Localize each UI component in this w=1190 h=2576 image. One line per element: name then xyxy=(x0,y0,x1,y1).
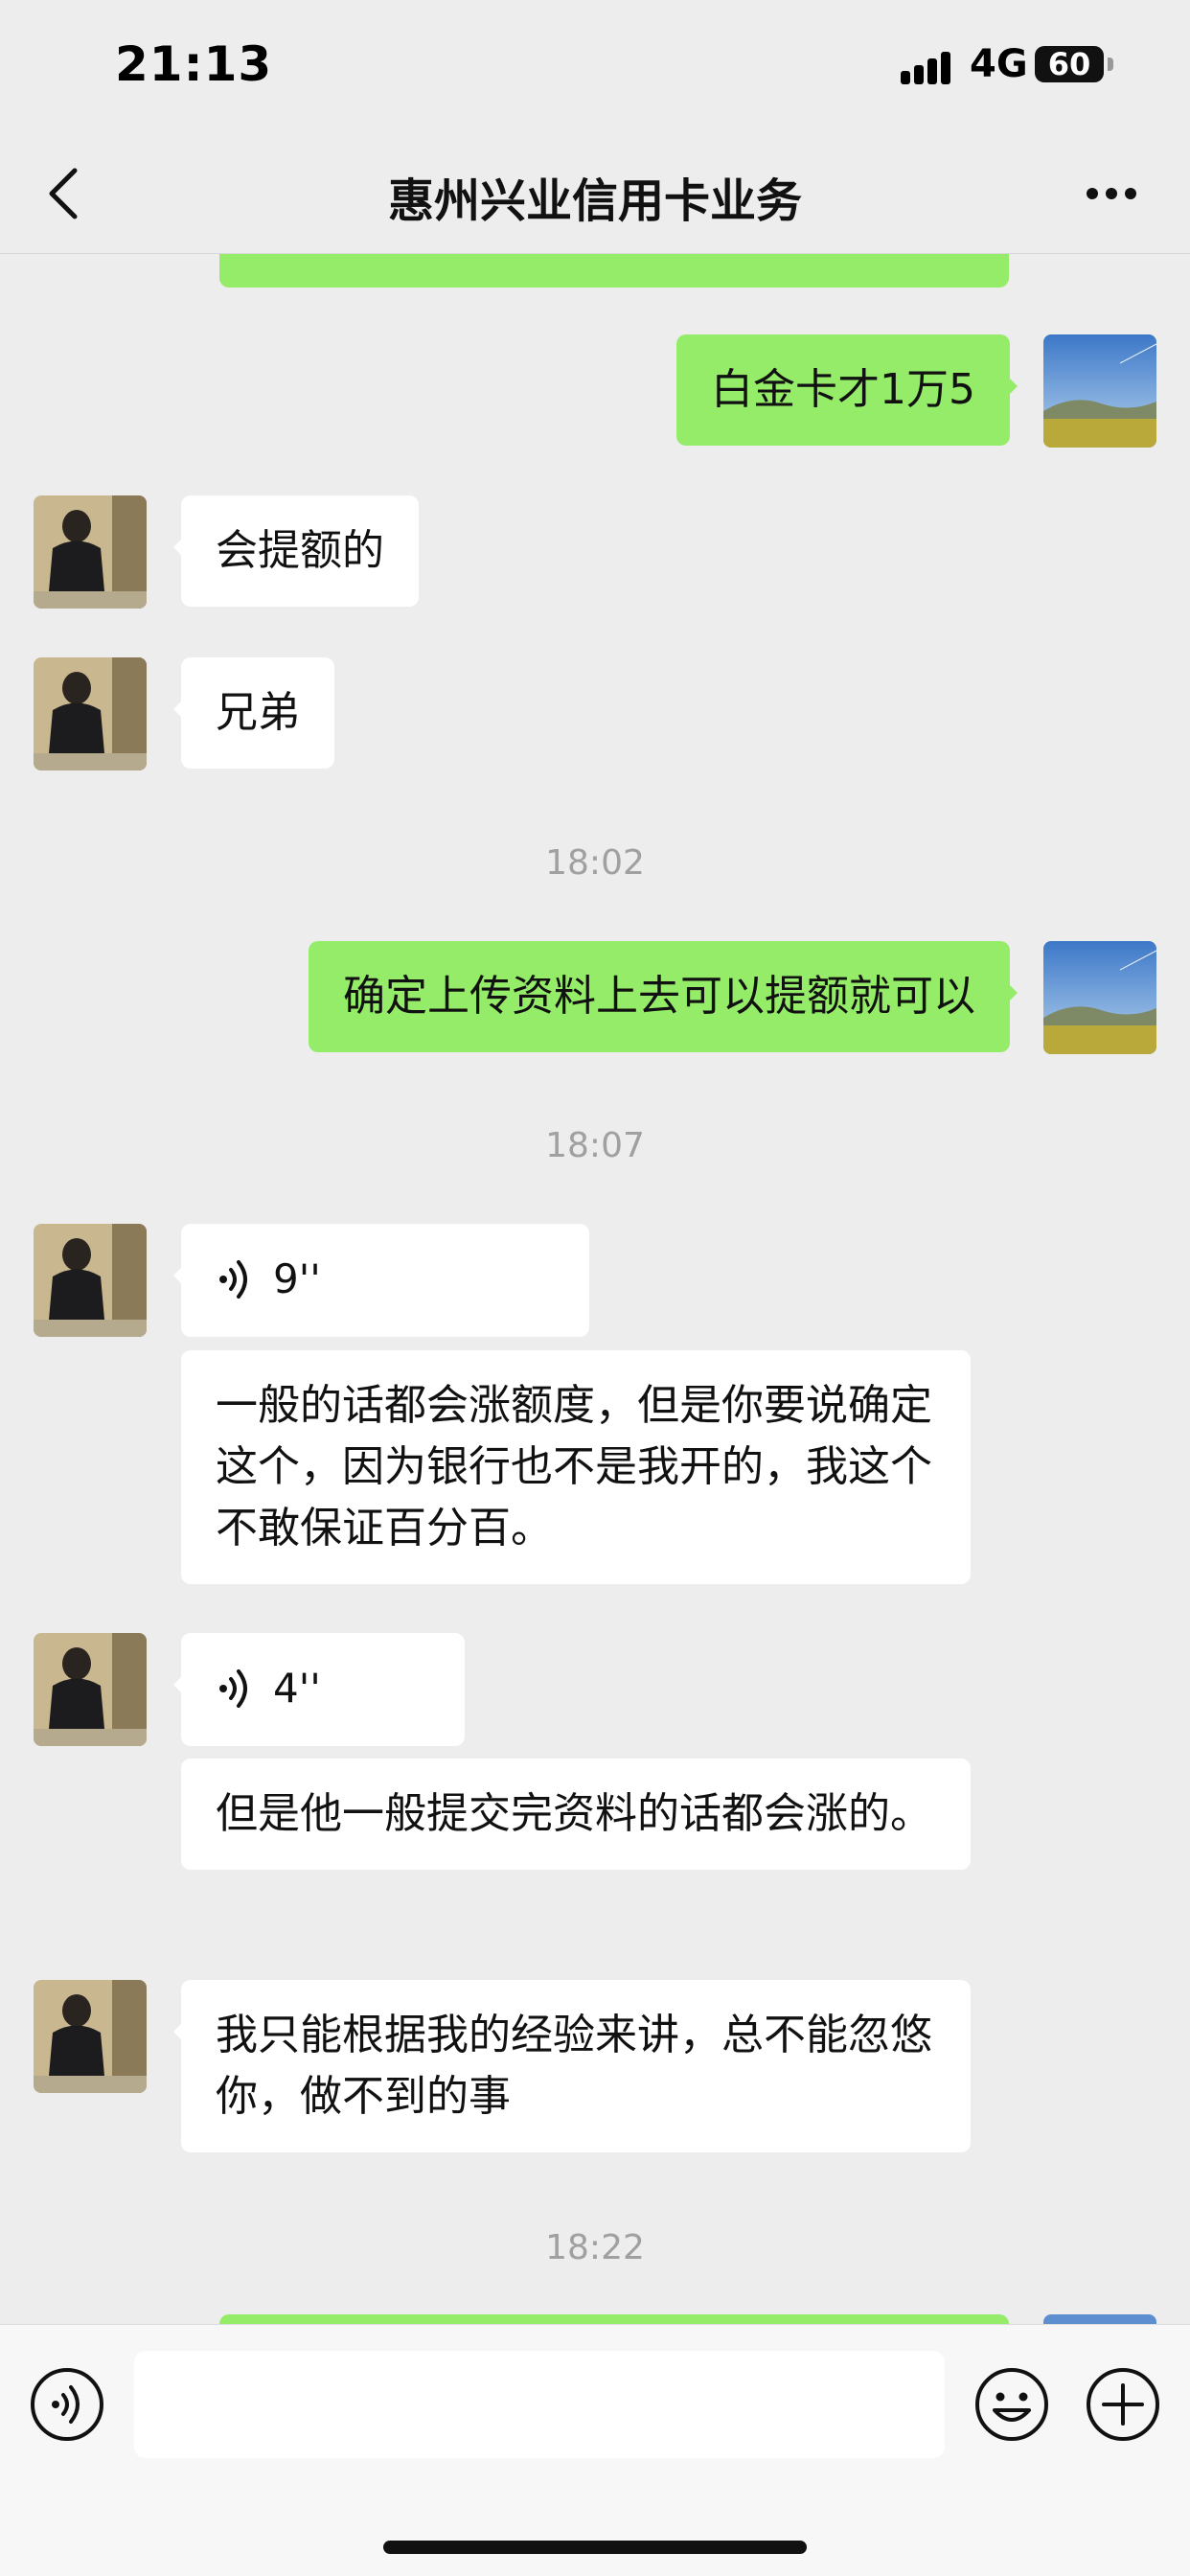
input-bar xyxy=(0,2324,1190,2576)
message-bubble-outgoing[interactable]: 确定上传资料上去可以提额就可以 xyxy=(309,941,1018,1052)
contact-avatar[interactable] xyxy=(34,495,147,609)
emoji-icon[interactable] xyxy=(973,2366,1050,2443)
voice-wave-icon xyxy=(219,1669,247,1708)
message-bubble-incoming[interactable]: 我只能根据我的经验来讲，总不能忽悠你，做不到的事 xyxy=(173,1980,971,2152)
chat-title: 惠州兴业信用卡业务 xyxy=(387,174,802,228)
message-bubble-incoming[interactable]: 一般的话都会涨额度，但是你要说确定这个，因为银行也不是我开的，我这个不敢保证百分… xyxy=(181,1350,971,1584)
my-avatar[interactable] xyxy=(1043,941,1156,1054)
contact-avatar[interactable] xyxy=(34,1633,147,1746)
status-time: 21:13 xyxy=(115,36,273,92)
message-timestamp: 18:07 xyxy=(545,1126,645,1165)
message-bubble-partial[interactable] xyxy=(219,254,1009,288)
my-avatar-partial[interactable] xyxy=(1043,2314,1156,2324)
message-timestamp: 18:02 xyxy=(545,843,645,883)
my-avatar[interactable] xyxy=(1043,334,1156,448)
message-timestamp: 18:22 xyxy=(545,2228,645,2267)
battery-icon: 60 xyxy=(1035,46,1104,82)
voice-input-icon[interactable] xyxy=(29,2366,105,2443)
signal-icon xyxy=(901,50,956,84)
message-input[interactable] xyxy=(134,2351,945,2458)
contact-avatar[interactable] xyxy=(34,1980,147,2093)
message-bubble-incoming[interactable]: 会提额的 xyxy=(173,495,419,607)
message-bubble-outgoing[interactable]: 白金卡才1万5 xyxy=(676,334,1018,446)
more-icon[interactable] xyxy=(1073,155,1150,232)
voice-message-bubble[interactable]: 9'' xyxy=(173,1224,589,1337)
home-indicator[interactable] xyxy=(383,2541,807,2554)
voice-message-bubble[interactable]: 4'' xyxy=(173,1633,465,1746)
message-bubble-incoming[interactable]: 但是他一般提交完资料的话都会涨的。 xyxy=(181,1759,971,1870)
plus-icon[interactable] xyxy=(1085,2366,1161,2443)
message-bubble-incoming[interactable]: 兄弟 xyxy=(173,657,334,769)
nav-bar: 惠州兴业信用卡业务 xyxy=(0,134,1190,254)
message-list[interactable]: 白金卡才1万5 会提额的 兄弟 18:02 确定上传资料上去可以提额就可以 18… xyxy=(0,254,1190,2324)
contact-avatar[interactable] xyxy=(34,657,147,770)
network-type: 4G xyxy=(970,42,1028,86)
voice-duration: 4'' xyxy=(273,1665,321,1712)
status-bar: 21:13 4G 60 xyxy=(0,0,1190,134)
chat-screen: 21:13 4G 60 惠州兴业信用卡业务 白金卡才1万5 会提额的 兄弟 18… xyxy=(0,0,1190,2576)
message-bubble-partial[interactable] xyxy=(219,2314,1009,2324)
voice-wave-icon xyxy=(219,1260,247,1299)
battery-cap xyxy=(1108,58,1113,71)
voice-duration: 9'' xyxy=(273,1255,321,1302)
contact-avatar[interactable] xyxy=(34,1224,147,1337)
